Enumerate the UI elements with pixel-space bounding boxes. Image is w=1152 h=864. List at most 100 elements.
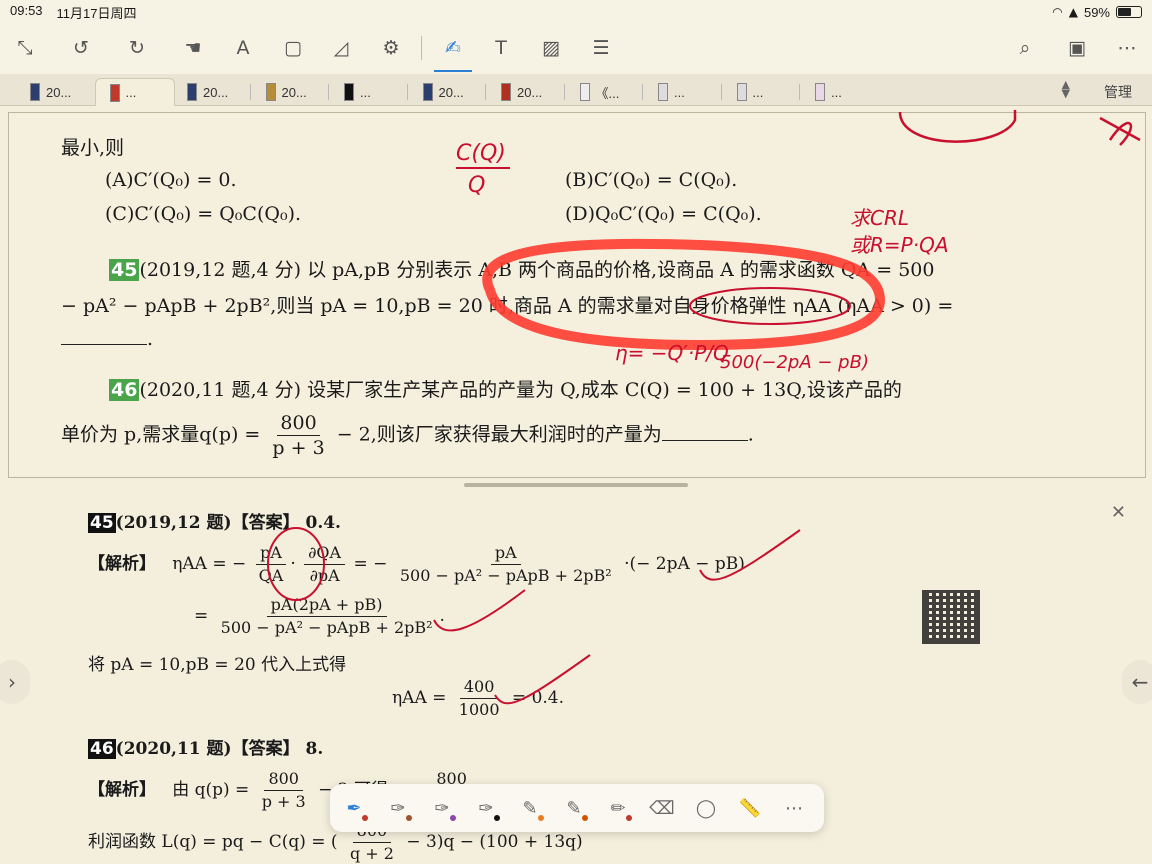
document-tab[interactable]: ... xyxy=(94,78,175,106)
vpn-icon: ▲ xyxy=(1068,5,1078,19)
lasso-select-icon[interactable]: ◯ xyxy=(690,792,722,824)
battery-percent: 59% xyxy=(1083,4,1110,20)
pen-color-dot xyxy=(450,815,456,821)
document-tab[interactable]: 20... xyxy=(16,78,96,106)
manage-tabs-button[interactable]: 管理 xyxy=(1104,82,1132,102)
tab-separator xyxy=(249,84,251,100)
text-highlight-icon[interactable]: A xyxy=(228,34,258,62)
tab-separator xyxy=(563,84,565,100)
search-icon[interactable]: ⌕ xyxy=(1010,34,1040,62)
pencil-icon[interactable]: ✏ xyxy=(602,792,634,824)
pen-purple-icon[interactable]: ✑ xyxy=(426,792,458,824)
pen-brown-icon[interactable]: ✑ xyxy=(382,792,414,824)
bookmark-icon[interactable]: ▣ xyxy=(1062,34,1092,62)
status-time: 09:53 xyxy=(10,2,43,18)
pen-black-icon[interactable]: ✑ xyxy=(470,792,502,824)
document-thumbnail-icon xyxy=(736,83,747,101)
tab-separator xyxy=(485,84,486,100)
image-icon[interactable]: ▨ xyxy=(536,34,566,62)
q45-blank xyxy=(61,327,147,345)
q45-line2: − pA² − pApB + 2pB²,则当 pA = 10,pB = 20 时… xyxy=(61,295,954,317)
tab-separator xyxy=(642,84,643,100)
more-icon[interactable]: ⋯ xyxy=(1112,34,1142,62)
document-tab[interactable]: 20... xyxy=(173,78,253,106)
pen-color-dot xyxy=(626,815,632,821)
q44-option-b: (B)C′(Q₀) = C(Q₀). xyxy=(565,169,738,191)
pen-color-dot xyxy=(582,815,588,821)
document-tab[interactable]: 20... xyxy=(487,78,567,106)
prev-page-button[interactable]: › xyxy=(0,660,30,704)
back-button[interactable]: ← xyxy=(1122,660,1152,704)
document-thumbnail-icon xyxy=(501,83,511,101)
collapse-icon[interactable]: ⤡ xyxy=(10,34,40,62)
battery-icon xyxy=(1116,6,1142,18)
annotation-toolbar: ⤡ ↺ ↻ ☚ A ▢ ◿ ⚙ ✍ T ▨ ☰ ⌕ ▣ ⋯ xyxy=(0,24,1152,74)
q46-line1: 46 (2020,11 题,4 分) 设某厂家生产某产品的产量为 Q,成本 C(Q… xyxy=(109,375,902,402)
active-tool-indicator xyxy=(434,70,472,72)
highlighter-2-icon[interactable]: ✎ xyxy=(558,792,590,824)
document-thumbnail-icon xyxy=(30,83,40,101)
tab-label: 20... xyxy=(517,84,543,100)
document-tab[interactable]: 20... xyxy=(409,78,489,106)
ruler-icon[interactable]: 📏 xyxy=(734,792,766,824)
tab-separator xyxy=(328,84,329,100)
eraser-icon[interactable]: ⌫ xyxy=(646,792,678,824)
a45-header: 45 (2019,12 题)【答案】 0.4. xyxy=(88,513,341,533)
q46-blank xyxy=(661,423,748,441)
q44-option-d: (D)Q₀C′(Q₀) = C(Q₀). xyxy=(565,203,762,225)
tab-label: 《... xyxy=(595,85,620,101)
lasso-icon[interactable]: ◿ xyxy=(326,34,356,62)
a46-header: 46 (2020,11 题)【答案】 8. xyxy=(88,739,324,759)
close-panel-icon[interactable]: ✕ xyxy=(1111,502,1126,523)
q44-tail: 最小,则 xyxy=(61,137,125,159)
document-thumbnail-icon xyxy=(815,83,825,101)
q46-number: 46 xyxy=(109,379,140,401)
document-thumbnail-icon xyxy=(187,83,197,101)
document-thumbnail-icon xyxy=(422,83,433,101)
a45-derivation-line2: = pA(2pA + pB) 500 − pA² − pApB + 2pB². xyxy=(194,595,445,637)
q45-text1: (2019,12 题,4 分) 以 pA,pB 分别表示 A,B 两个商品的价格… xyxy=(139,259,935,281)
q45-answer-blank: . xyxy=(61,327,153,350)
settings-icon[interactable]: ⚙ xyxy=(376,34,406,62)
a45-result: ηAA = 400 1000 = 0.4. xyxy=(392,677,565,719)
list-icon[interactable]: ☰ xyxy=(586,34,616,62)
document-tab[interactable]: ... xyxy=(330,78,410,106)
hand-icon[interactable]: ☚ xyxy=(178,34,208,62)
more-tools-icon[interactable]: ⋯ xyxy=(778,792,810,824)
document-tab[interactable]: ... xyxy=(723,78,803,106)
tab-label: 20... xyxy=(281,84,307,100)
status-date: 11月17日周四 xyxy=(56,5,137,21)
document-thumbnail-icon xyxy=(579,83,590,101)
redo-icon[interactable]: ↻ xyxy=(122,34,152,62)
document-tab[interactable]: 《... xyxy=(566,78,646,106)
document-tab[interactable]: ... xyxy=(644,78,724,106)
sort-icon[interactable]: ▲ ▼ xyxy=(1062,79,1070,99)
undo-icon[interactable]: ↺ xyxy=(66,34,96,62)
arrow-left-icon: ← xyxy=(1131,670,1149,694)
highlighter-icon[interactable]: ✎ xyxy=(514,792,546,824)
q44-option-a: (A)C′(Q₀) = 0. xyxy=(105,169,237,191)
pen-color-dot xyxy=(538,815,544,821)
fountain-pen-icon[interactable]: ✒ xyxy=(338,792,370,824)
tab-label: ... xyxy=(674,84,685,100)
chevron-right-icon: › xyxy=(8,670,16,694)
q46-text1: (2020,11 题,4 分) 设某厂家生产某产品的产量为 Q,成本 C(Q) … xyxy=(139,379,902,401)
pen-color-dot xyxy=(362,815,368,821)
a45-derivation-line1: 【解析】 ηAA = − pA QA · ∂QA ∂pA = − pA 500 − pA… xyxy=(88,543,745,585)
tab-separator xyxy=(799,84,800,100)
pen-color-dot xyxy=(406,815,412,821)
q46-fraction: 800 p + 3 xyxy=(272,412,325,459)
pen-icon[interactable]: ✍ xyxy=(438,34,468,62)
tab-label: ... xyxy=(360,84,371,100)
select-rect-icon[interactable]: ▢ xyxy=(278,34,308,62)
tab-separator xyxy=(720,84,722,100)
split-divider-handle[interactable] xyxy=(464,483,688,487)
document-tab[interactable]: 20... xyxy=(252,78,332,106)
textbox-icon[interactable]: T xyxy=(486,34,516,62)
qr-code-image xyxy=(922,590,980,644)
document-tab[interactable]: ... xyxy=(801,78,881,106)
document-thumbnail-icon xyxy=(265,83,276,101)
document-thumbnail-icon xyxy=(344,83,354,101)
status-bar: 09:53 11月17日周四 ◠ ▲ 59% xyxy=(0,0,1152,24)
problem-panel: 最小,则 (A)C′(Q₀) = 0. (B)C′(Q₀) = C(Q₀). (… xyxy=(8,112,1146,478)
